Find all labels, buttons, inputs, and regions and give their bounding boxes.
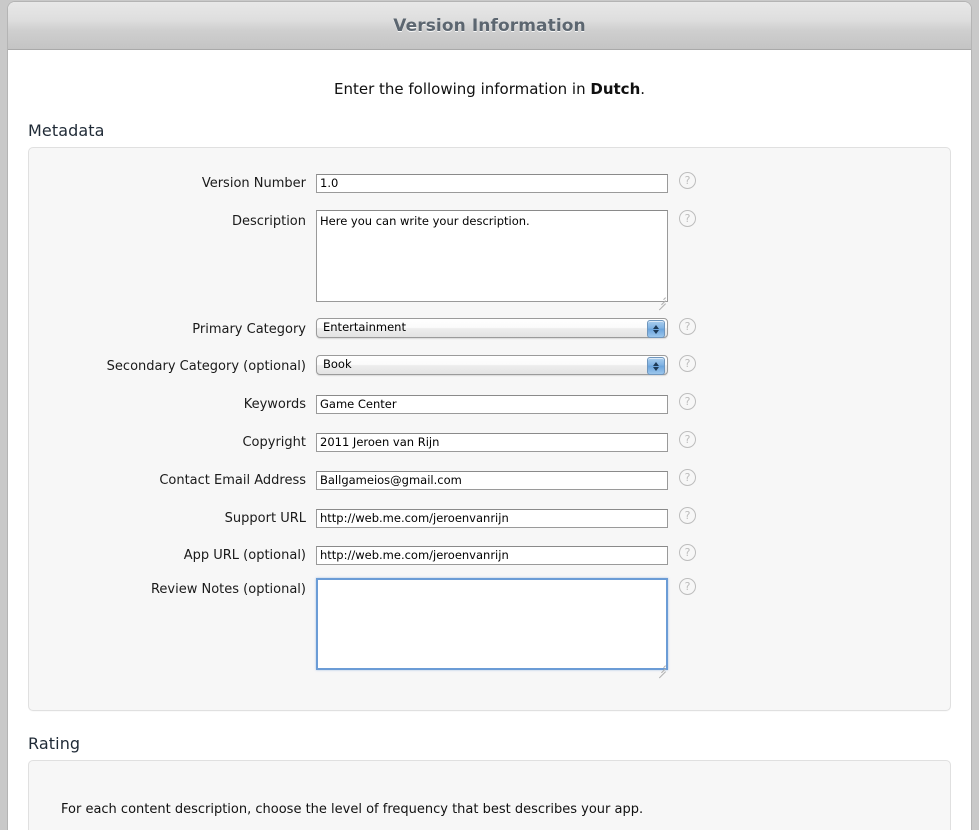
control-description — [316, 210, 668, 311]
form-row-review-notes: Review Notes (optional)? — [29, 578, 950, 679]
window-titlebar: Version Information — [8, 2, 971, 50]
control-keywords — [316, 393, 668, 414]
input-keywords[interactable] — [316, 394, 668, 414]
control-copyright — [316, 431, 668, 452]
select-secondary-category[interactable]: Book — [316, 355, 668, 375]
select-value-primary-category: Entertainment — [323, 320, 406, 335]
rating-panel: For each content description, choose the… — [28, 760, 951, 830]
help-icon[interactable]: ? — [679, 393, 696, 410]
label-review-notes: Review Notes (optional) — [150, 582, 306, 597]
help-icon[interactable]: ? — [679, 431, 696, 448]
label-primary-category: Primary Category — [192, 322, 306, 337]
stepper-arrows-icon[interactable] — [647, 357, 665, 375]
label-version-number: Version Number — [201, 176, 306, 191]
form-row-copyright: Copyright? — [29, 431, 950, 452]
help-icon[interactable]: ? — [679, 355, 696, 372]
help-icon[interactable]: ? — [679, 507, 696, 524]
select-primary-category[interactable]: Entertainment — [316, 318, 668, 338]
control-secondary-category: Book — [316, 355, 668, 375]
form-row-secondary-category: Secondary Category (optional) Book? — [29, 355, 950, 375]
intro-suffix: . — [640, 80, 646, 98]
page-content: Enter the following information in Dutch… — [10, 50, 969, 830]
control-primary-category: Entertainment — [316, 318, 668, 338]
label-app-url: App URL (optional) — [183, 548, 306, 563]
stepper-arrows-icon[interactable] — [647, 320, 665, 338]
input-support-url[interactable] — [316, 508, 668, 528]
control-contact-email-address — [316, 469, 668, 490]
chevron-up-icon — [653, 361, 659, 366]
control-version-number — [316, 172, 668, 193]
form-row-version-number: Version Number? — [29, 172, 950, 193]
intro-language: Dutch — [590, 80, 641, 98]
textarea-description[interactable] — [316, 210, 668, 302]
rating-section-title: Rating — [28, 734, 81, 753]
form-row-description: Description? — [29, 210, 950, 311]
rating-instruction: For each content description, choose the… — [61, 802, 644, 817]
control-review-notes — [316, 578, 668, 679]
input-contact-email-address[interactable] — [316, 470, 668, 490]
label-secondary-category: Secondary Category (optional) — [106, 359, 306, 374]
input-app-url[interactable] — [316, 545, 668, 565]
help-icon[interactable]: ? — [679, 210, 696, 227]
control-support-url — [316, 507, 668, 528]
help-icon[interactable]: ? — [679, 578, 696, 595]
help-icon[interactable]: ? — [679, 544, 696, 561]
help-icon[interactable]: ? — [679, 318, 696, 335]
label-keywords: Keywords — [243, 397, 306, 412]
chevron-up-icon — [653, 324, 659, 329]
chevron-down-icon — [653, 366, 659, 371]
intro-instruction: Enter the following information in Dutch… — [10, 50, 969, 98]
label-description: Description — [231, 214, 306, 229]
select-value-secondary-category: Book — [323, 357, 352, 372]
help-icon[interactable]: ? — [679, 172, 696, 189]
form-row-support-url: Support URL? — [29, 507, 950, 528]
window-title: Version Information — [393, 15, 586, 36]
form-row-keywords: Keywords? — [29, 393, 950, 414]
intro-prefix: Enter the following information in — [333, 80, 591, 98]
form-row-primary-category: Primary Category Entertainment? — [29, 318, 950, 338]
version-information-window: Version Information Enter the following … — [8, 2, 971, 830]
metadata-panel: Version Number?Description?Primary Categ… — [28, 147, 951, 711]
input-version-number[interactable] — [316, 173, 668, 193]
metadata-section-title: Metadata — [28, 121, 105, 140]
form-row-contact-email-address: Contact Email Address? — [29, 469, 950, 490]
help-icon[interactable]: ? — [679, 469, 696, 486]
input-copyright[interactable] — [316, 432, 668, 452]
label-support-url: Support URL — [224, 511, 306, 526]
control-app-url — [316, 544, 668, 565]
form-row-app-url: App URL (optional)? — [29, 544, 950, 565]
label-contact-email-address: Contact Email Address — [159, 473, 306, 488]
chevron-down-icon — [653, 329, 659, 334]
textarea-review-notes[interactable] — [316, 578, 668, 670]
label-copyright: Copyright — [242, 435, 306, 450]
